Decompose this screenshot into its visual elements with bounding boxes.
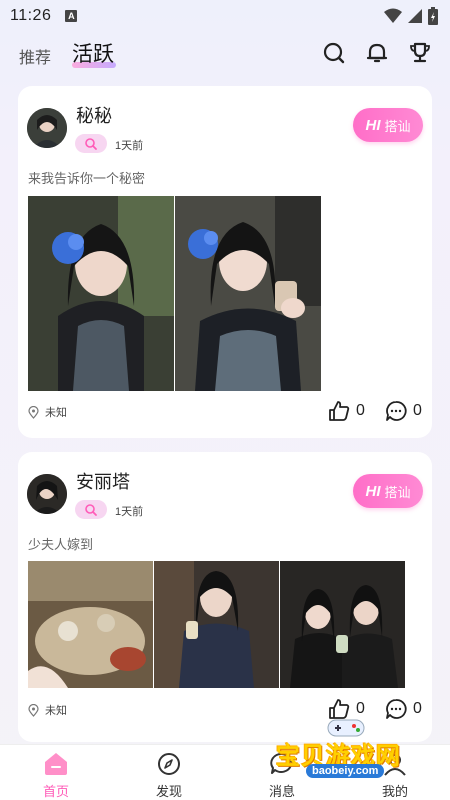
hi-text: HI xyxy=(365,116,381,134)
comment-icon xyxy=(386,699,407,719)
post-text: 少夫人嫁到 xyxy=(28,537,94,552)
hi-label: 搭讪 xyxy=(384,484,411,500)
status-icons xyxy=(384,7,438,25)
watermark: 宝贝游戏网 baobeiy.com xyxy=(276,719,426,782)
signal-icon xyxy=(408,9,422,23)
location-text: 未知 xyxy=(45,407,67,419)
post-photo[interactable] xyxy=(154,561,279,688)
status-time: 11:26 xyxy=(10,7,52,24)
post-text: 来我告诉你一个秘密 xyxy=(28,171,146,186)
like-button[interactable]: 0 xyxy=(328,400,365,422)
hi-chat-button[interactable]: HI 搭讪 xyxy=(353,108,423,142)
wifi-icon xyxy=(384,8,402,23)
like-count: 0 xyxy=(356,402,365,419)
post-photo[interactable] xyxy=(175,196,321,391)
search-icon xyxy=(85,137,97,150)
hi-chat-button[interactable]: HI 搭讪 xyxy=(353,474,423,508)
search-badge[interactable] xyxy=(75,500,107,519)
trophy-icon[interactable] xyxy=(407,40,433,66)
thumbs-up-icon xyxy=(329,401,350,421)
post-card[interactable]: 秘秘 1天前 HI 搭讪 来我告诉你一个秘密 未知 0 0 xyxy=(18,86,432,438)
search-badge[interactable] xyxy=(75,134,107,153)
tab-recommend[interactable]: 推荐 xyxy=(19,44,51,68)
comment-button[interactable]: 0 xyxy=(385,698,422,720)
avatar[interactable] xyxy=(27,108,67,148)
location-pin-icon xyxy=(28,703,39,717)
tab-active[interactable]: 活跃 xyxy=(72,38,114,68)
hi-label: 搭讪 xyxy=(384,118,411,134)
watermark-url: baobeiy.com xyxy=(306,764,385,778)
username[interactable]: 秘秘 xyxy=(76,102,112,128)
nav-discover-label: 发现 xyxy=(155,784,182,799)
nav-discover[interactable]: 发现 xyxy=(139,751,199,800)
comment-icon xyxy=(386,401,407,421)
home-icon xyxy=(45,753,67,775)
location-pin-icon xyxy=(28,405,39,419)
post-photo[interactable] xyxy=(28,561,153,688)
nav-home[interactable]: 首页 xyxy=(26,751,86,800)
comment-count: 0 xyxy=(413,700,422,717)
compass-icon xyxy=(158,753,180,775)
username[interactable]: 安丽塔 xyxy=(76,468,130,494)
location: 未知 xyxy=(28,702,67,718)
post-time: 1天前 xyxy=(115,506,144,518)
location-text: 未知 xyxy=(45,705,67,717)
post-photo[interactable] xyxy=(280,561,405,688)
location: 未知 xyxy=(28,404,67,420)
notification-icon: A xyxy=(65,10,78,22)
avatar[interactable] xyxy=(27,474,67,514)
nav-mine-label: 我的 xyxy=(381,784,408,799)
bell-icon[interactable] xyxy=(364,40,390,66)
top-nav: 推荐 活跃 xyxy=(0,36,450,74)
nav-messages-label: 消息 xyxy=(268,784,295,799)
post-photo[interactable] xyxy=(28,196,174,391)
hi-text: HI xyxy=(365,482,381,500)
comment-count: 0 xyxy=(413,402,422,419)
search-icon xyxy=(85,503,97,516)
nav-home-label: 首页 xyxy=(42,784,69,799)
search-icon[interactable] xyxy=(321,40,347,66)
post-card[interactable]: 安丽塔 1天前 HI 搭讪 少夫人嫁到 未知 0 0 xyxy=(18,452,432,742)
status-bar: 11:26 A xyxy=(0,0,450,32)
comment-button[interactable]: 0 xyxy=(385,400,422,422)
post-time: 1天前 xyxy=(115,140,144,152)
battery-icon xyxy=(428,7,438,25)
